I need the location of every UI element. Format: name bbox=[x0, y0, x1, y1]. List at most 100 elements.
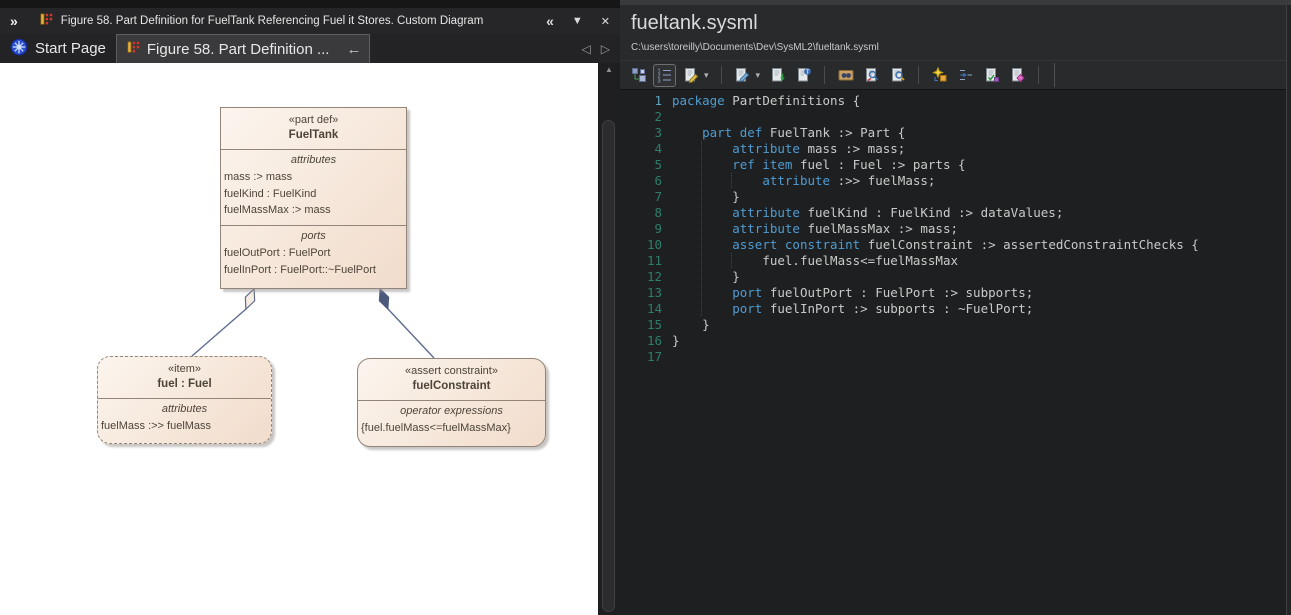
diagram-title: Figure 58. Part Definition for FuelTank … bbox=[60, 15, 484, 27]
tab-nav-arrows: ◁ ▷ bbox=[582, 34, 620, 63]
code-text: } bbox=[672, 269, 740, 285]
dropdown-caret-icon[interactable]: ▾ bbox=[704, 70, 709, 81]
code-text: ref item fuel : Fuel :> parts { bbox=[672, 157, 966, 173]
node-stereotype: «item» bbox=[167, 363, 202, 375]
line-number: 3 bbox=[654, 125, 662, 140]
tab-nav-next-icon[interactable]: ▷ bbox=[601, 42, 610, 56]
code-line[interactable]: 15 } bbox=[620, 317, 1291, 333]
text-template-icon[interactable]: T bbox=[792, 64, 815, 87]
attribute-row: mass :> mass bbox=[224, 171, 293, 183]
compartment-label: attributes bbox=[161, 403, 208, 415]
overflow-chevrons-icon[interactable]: » bbox=[10, 13, 18, 29]
line-number: 15 bbox=[646, 317, 662, 332]
fuel-item-node[interactable]: «item» fuel : Fuel attributes fuelMass :… bbox=[97, 356, 272, 444]
search-replace-icon[interactable] bbox=[860, 64, 883, 87]
stereotype-edit-icon[interactable] bbox=[679, 64, 702, 87]
code-line[interactable]: 11 fuel.fuelMass<=fuelMassMax bbox=[620, 253, 1291, 269]
line-number: 10 bbox=[646, 237, 662, 252]
diagram-scrollbar[interactable]: ▲ bbox=[598, 63, 620, 615]
tab-nav-prev-icon[interactable]: ◁ bbox=[582, 42, 591, 56]
ports-compartment: ports fuelOutPort : FuelPort fuelInPort :… bbox=[221, 225, 406, 280]
toolbar-separator bbox=[1054, 63, 1056, 87]
tab-figure-58[interactable]: Figure 58. Part Definition ... ← bbox=[115, 34, 371, 63]
line-number: 1 bbox=[654, 93, 662, 108]
model-structure-icon[interactable] bbox=[627, 64, 650, 87]
code-line[interactable]: 13 port fuelOutPort : FuelPort :> subpor… bbox=[620, 285, 1291, 301]
tab-start-page[interactable]: Start Page bbox=[0, 34, 116, 63]
line-number: 11 bbox=[646, 253, 662, 268]
code-text: package PartDefinitions { bbox=[672, 93, 861, 108]
tab-list-dropdown-icon[interactable]: ▼ bbox=[572, 15, 583, 27]
editor-scrollbar-track[interactable] bbox=[1286, 5, 1291, 615]
code-text: attribute fuelMassMax :> mass; bbox=[672, 221, 958, 237]
code-text: fuel.fuelMass<=fuelMassMax bbox=[672, 253, 958, 269]
indent-format-icon[interactable] bbox=[954, 64, 977, 87]
code-line[interactable]: 17 bbox=[620, 349, 1291, 365]
import-document-icon[interactable] bbox=[766, 64, 789, 87]
validate-script-icon[interactable] bbox=[980, 64, 1003, 87]
line-number: 8 bbox=[654, 205, 662, 220]
panel-top-strip bbox=[0, 0, 620, 8]
file-path: C:\users\toreilly\Documents\Dev\SysML2\f… bbox=[631, 42, 879, 53]
code-line[interactable]: 7 } bbox=[620, 189, 1291, 205]
svg-text:3: 3 bbox=[657, 79, 660, 84]
edit-document-icon[interactable] bbox=[731, 64, 754, 87]
search-document-icon[interactable] bbox=[886, 64, 909, 87]
aggregation-connector-line[interactable] bbox=[191, 308, 247, 357]
code-line[interactable]: 14 port fuelInPort :> subports : ~FuelPo… bbox=[620, 301, 1291, 317]
code-line[interactable]: 5 ref item fuel : Fuel :> parts { bbox=[620, 157, 1291, 173]
code-line[interactable]: 10 assert constraint fuelConstraint :> a… bbox=[620, 237, 1291, 253]
code-line[interactable]: 16} bbox=[620, 333, 1291, 349]
attribute-row: fuelMassMax :> mass bbox=[224, 204, 331, 216]
scrollbar-thumb[interactable] bbox=[602, 120, 615, 612]
diagram-icon bbox=[40, 13, 53, 29]
svg-text:T: T bbox=[805, 69, 809, 76]
scroll-up-arrow-icon[interactable]: ▲ bbox=[598, 63, 620, 77]
find-in-files-icon[interactable] bbox=[834, 64, 857, 87]
compartment-label: ports bbox=[301, 230, 326, 242]
filled-diamond-icon bbox=[378, 287, 390, 311]
line-number: 5 bbox=[654, 157, 662, 172]
code-line[interactable]: 12 } bbox=[620, 269, 1291, 285]
code-text: port fuelInPort :> subports : ~FuelPort; bbox=[672, 301, 1033, 317]
application-window: » Figure 58. Part Definition for FuelTan… bbox=[0, 0, 1291, 615]
generate-code-icon[interactable] bbox=[928, 64, 951, 87]
composition-connector-line[interactable] bbox=[387, 308, 435, 359]
code-editor[interactable]: 1 package PartDefinitions {2 3 part def Fu… bbox=[620, 90, 1291, 615]
code-editor-panel: fueltank.sysml C:\users\toreilly\Documen… bbox=[620, 0, 1291, 615]
code-line[interactable]: 8 attribute fuelKind : FuelKind :> dataV… bbox=[620, 205, 1291, 221]
fueltank-part-def-node[interactable]: «part def» FuelTank attributes mass :> m… bbox=[220, 107, 407, 289]
code-line[interactable]: 6 attribute :>> fuelMass; bbox=[620, 173, 1291, 189]
diagram-canvas[interactable]: «part def» FuelTank attributes mass :> m… bbox=[0, 63, 598, 615]
node-name: fuel : Fuel bbox=[157, 378, 212, 390]
line-number: 13 bbox=[646, 285, 662, 300]
line-numbers-icon[interactable]: 123 bbox=[653, 63, 676, 87]
code-line[interactable]: 3 part def FuelTank :> Part { bbox=[620, 125, 1291, 141]
diagram-icon bbox=[127, 40, 140, 58]
port-row: fuelOutPort : FuelPort bbox=[224, 247, 331, 259]
expressions-compartment: operator expressions {fuel.fuelMass<=fue… bbox=[358, 401, 545, 439]
code-line[interactable]: 1 package PartDefinitions { bbox=[620, 93, 1291, 109]
tab-figure-58-label: Figure 58. Part Definition ... bbox=[146, 40, 330, 58]
dropdown-caret-icon[interactable]: ▾ bbox=[756, 70, 761, 81]
line-number: 6 bbox=[654, 173, 662, 188]
tab-back-arrow-icon[interactable]: ← bbox=[346, 41, 361, 58]
start-page-icon bbox=[10, 38, 28, 60]
attributes-compartment: attributes mass :> mass fuelKind : FuelKi… bbox=[221, 150, 406, 225]
close-icon[interactable]: ✕ bbox=[601, 15, 610, 28]
compartment-label: attributes bbox=[290, 154, 337, 166]
code-line[interactable]: 4 attribute mass :> mass; bbox=[620, 141, 1291, 157]
code-text: attribute fuelKind : FuelKind :> dataVal… bbox=[672, 205, 1063, 221]
expression-row: {fuel.fuelMass<=fuelMassMax} bbox=[361, 422, 511, 434]
tab-bar: Start Page Figure 58. Part Definition ..… bbox=[0, 34, 620, 63]
compile-notes-icon[interactable] bbox=[1006, 64, 1029, 87]
code-text: } bbox=[702, 317, 710, 332]
node-stereotype: «assert constraint» bbox=[405, 365, 498, 377]
code-text: } bbox=[672, 189, 740, 205]
collapse-icon[interactable]: « bbox=[546, 13, 554, 29]
code-line[interactable]: 2 bbox=[620, 109, 1291, 125]
code-text: } bbox=[672, 333, 680, 348]
fuel-constraint-node[interactable]: «assert constraint» fuelConstraint opera… bbox=[357, 358, 546, 447]
attribute-row: fuelKind : FuelKind bbox=[224, 187, 317, 200]
code-line[interactable]: 9 attribute fuelMassMax :> mass; bbox=[620, 221, 1291, 237]
